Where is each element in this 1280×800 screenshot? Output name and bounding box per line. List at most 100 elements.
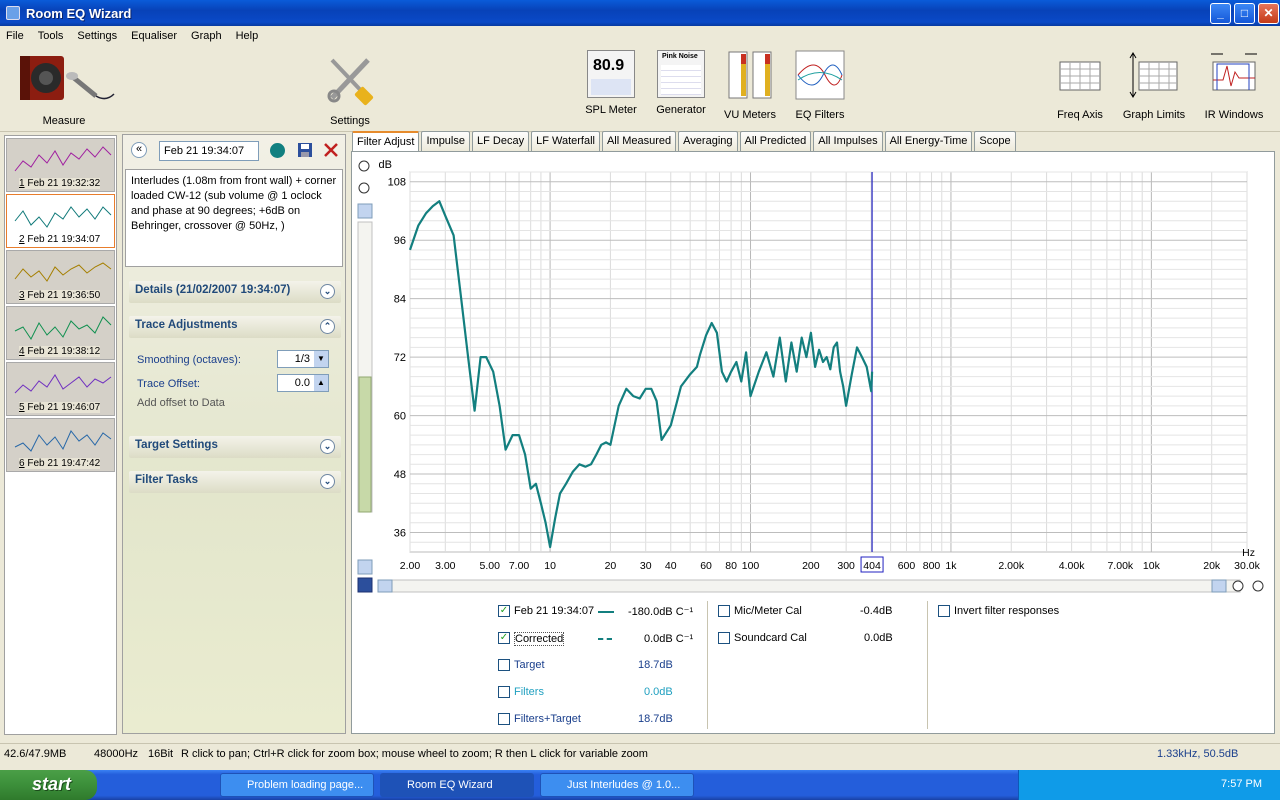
measurement-list: 1 Feb 21 19:32:32 2 Feb 21 19:34:07 3 Fe… <box>4 135 117 735</box>
close-button[interactable]: ✕ <box>1258 3 1279 24</box>
invert-filter-checkbox[interactable] <box>938 605 950 617</box>
vertical-scroll-thumb[interactable] <box>358 376 372 513</box>
trace-visible-checkbox[interactable]: ✓ <box>498 605 510 617</box>
filters-target-checkbox[interactable] <box>498 713 510 725</box>
x-tick-label: 100 <box>742 560 760 572</box>
trace-item-3[interactable]: 3 Feb 21 19:36:50 <box>6 250 115 304</box>
graph-panel: 108 96 84 72 60 48 36 dB 2.00 3.00 5.00 7.00 10 20 30 4… <box>351 151 1275 734</box>
graph-limits-button[interactable]: Graph Limits <box>1122 50 1186 121</box>
eq-filters-button[interactable]: EQ Filters <box>792 50 848 121</box>
freq-axis-button[interactable]: Freq Axis <box>1052 50 1108 121</box>
legend-line-swatch <box>598 611 614 613</box>
dropdown-arrow-icon[interactable]: ▼ <box>314 351 328 367</box>
x-tick-label: 2.00 <box>400 560 421 572</box>
save-icon[interactable] <box>297 142 313 158</box>
start-button[interactable]: start <box>0 770 97 800</box>
trace-item-1[interactable]: 1 Feb 21 19:32:32 <box>6 138 115 192</box>
trace-item-4[interactable]: 4 Feb 21 19:38:12 <box>6 306 115 360</box>
trace-offset-spinner[interactable]: 0.0 ▲ <box>277 374 329 392</box>
tab-all-impulses[interactable]: All Impulses <box>813 131 883 152</box>
mic-cal-checkbox[interactable] <box>718 605 730 617</box>
horizontal-scroll-track[interactable] <box>377 579 1241 593</box>
trace-item-2[interactable]: 2 Feb 21 19:34:07 <box>6 194 115 248</box>
mic-cal-value: -0.4dB <box>860 605 893 617</box>
tab-impulse[interactable]: Impulse <box>421 131 470 152</box>
collapse-panel-button[interactable]: « <box>131 142 147 158</box>
chevron-up-icon: ⌃ <box>320 319 335 334</box>
window-title: Room EQ Wizard <box>26 5 132 21</box>
details-section-header[interactable]: Details (21/02/2007 19:34:07) ⌄ <box>129 281 341 303</box>
sample-rate-status: 48000Hz <box>94 748 139 760</box>
tab-scope[interactable]: Scope <box>974 131 1016 152</box>
vu-meters-button[interactable]: VU Meters <box>720 50 780 121</box>
tab-all-measured[interactable]: All Measured <box>601 131 677 152</box>
task-room-eq-wizard[interactable]: Room EQ Wizard <box>380 773 534 797</box>
task-firefox[interactable]: Problem loading page... <box>220 773 374 797</box>
menu-help[interactable]: Help <box>236 30 259 42</box>
task-just-interludes[interactable]: Just Interludes @ 1.0... <box>540 773 694 797</box>
x-tick-label: 7.00 <box>509 560 530 572</box>
scroll-down-button[interactable] <box>357 559 373 575</box>
zoom-out-icon[interactable] <box>358 182 370 194</box>
scroll-up-button[interactable] <box>357 203 373 219</box>
scroll-right-button[interactable] <box>1211 579 1227 593</box>
settings-button[interactable]: Settings <box>312 50 388 127</box>
trace-color-button[interactable] <box>270 143 285 158</box>
y-tick-label: 48 <box>394 469 406 481</box>
target-checkbox[interactable] <box>498 659 510 671</box>
maximize-button[interactable]: □ <box>1234 3 1255 24</box>
y-tick-label: 96 <box>394 235 406 247</box>
save-graph-icon[interactable] <box>357 577 373 593</box>
spl-meter-button[interactable]: 80.9 SPL Meter <box>580 50 642 116</box>
x-tick-label: 300 <box>837 560 855 572</box>
tab-all-predicted[interactable]: All Predicted <box>739 131 812 152</box>
frequency-response-chart[interactable]: 108 96 84 72 60 48 36 dB 2.00 3.00 5.00 7.00 10 20 30 4… <box>352 152 1274 597</box>
soundcard-cal-checkbox[interactable] <box>718 632 730 644</box>
x-tick-label: 20k <box>1203 560 1221 572</box>
tab-averaging[interactable]: Averaging <box>678 131 738 152</box>
menu-file[interactable]: File <box>6 30 24 42</box>
menu-settings[interactable]: Settings <box>77 30 117 42</box>
menu-graph[interactable]: Graph <box>191 30 222 42</box>
trace-item-5[interactable]: 5 Feb 21 19:46:07 <box>6 362 115 416</box>
measure-button[interactable]: Measure <box>16 50 115 127</box>
filters-checkbox[interactable] <box>498 686 510 698</box>
legend-trace-value: -180.0dB C⁻¹ <box>628 606 694 618</box>
tab-lf-decay[interactable]: LF Decay <box>472 131 530 152</box>
spinner-arrows-icon[interactable]: ▲ <box>314 375 328 391</box>
filter-tasks-header[interactable]: Filter Tasks ⌄ <box>129 471 341 493</box>
spl-meter-icon: 80.9 <box>587 50 635 98</box>
smoothing-select[interactable]: 1/3 ▼ <box>277 350 329 368</box>
delete-icon[interactable] <box>323 142 339 158</box>
zoom-out-horizontal-icon[interactable] <box>1232 580 1244 592</box>
menu-tools[interactable]: Tools <box>38 30 64 42</box>
zoom-in-horizontal-icon[interactable] <box>1252 580 1264 592</box>
mic-cal-label: Mic/Meter Cal <box>734 605 802 617</box>
toolbar: Measure Settings 80.9 SPL Meter Pink Noi… <box>0 46 1280 132</box>
trace-offset-label: Trace Offset: <box>137 378 200 390</box>
measurement-name-field[interactable]: Feb 21 19:34:07 <box>159 141 259 161</box>
scroll-left-button[interactable] <box>377 579 393 593</box>
graph-limits-icon <box>1129 52 1178 98</box>
corrected-checkbox[interactable]: ✓ <box>498 632 510 644</box>
trace-label: 3 Feb 21 19:36:50 <box>19 290 101 301</box>
app-icon <box>6 6 20 20</box>
generator-button[interactable]: Pink Noise Generator <box>652 50 710 116</box>
trace-adjustments-header[interactable]: Trace Adjustments ⌃ <box>129 316 341 338</box>
tab-all-energy-time[interactable]: All Energy-Time <box>884 131 973 152</box>
notes-textarea[interactable]: Interludes (1.08m from front wall) + cor… <box>125 169 343 267</box>
x-tick-label: 80 <box>725 560 737 572</box>
ir-windows-button[interactable]: IR Windows <box>1202 50 1266 121</box>
tab-filter-adjust[interactable]: Filter Adjust <box>352 131 420 153</box>
spl-value: 80.9 <box>593 57 625 74</box>
target-settings-header[interactable]: Target Settings ⌄ <box>129 436 341 458</box>
trace-item-6[interactable]: 6 Feb 21 19:47:42 <box>6 418 115 472</box>
add-offset-button[interactable]: Add offset to Data <box>137 397 225 409</box>
tab-lf-waterfall[interactable]: LF Waterfall <box>531 131 600 152</box>
menu-equaliser[interactable]: Equaliser <box>131 30 177 42</box>
minimize-button[interactable]: _ <box>1210 3 1231 24</box>
legend-panel: ✓ Feb 21 19:34:07 -180.0dB C⁻¹ ✓ Correct… <box>352 597 1274 733</box>
legend-filters-value: 0.0dB <box>644 686 673 698</box>
generator-icon: Pink Noise <box>657 50 705 98</box>
zoom-in-icon[interactable] <box>358 160 370 172</box>
